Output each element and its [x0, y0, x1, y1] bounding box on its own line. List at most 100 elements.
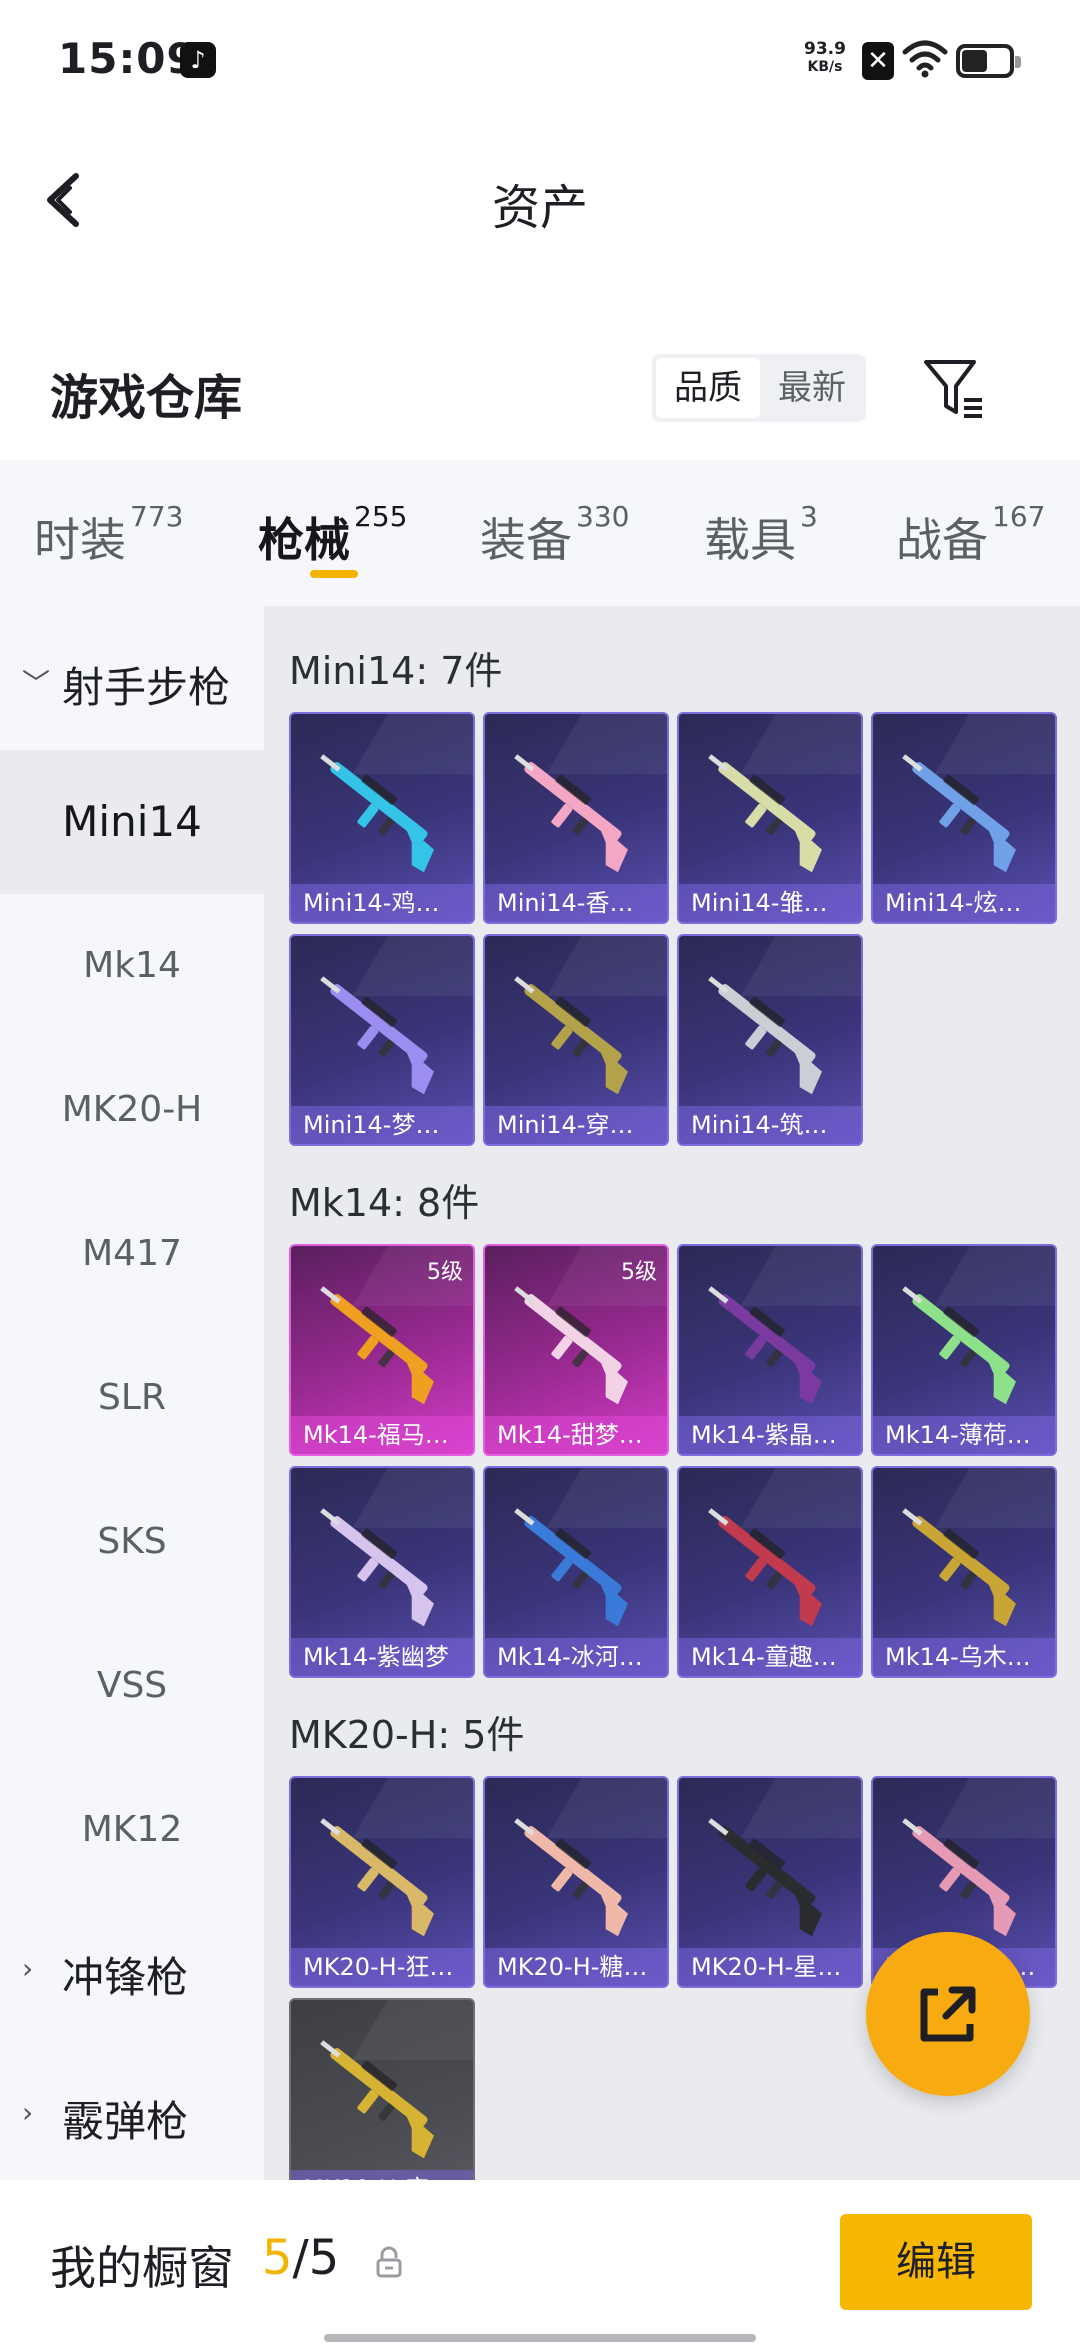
lock-icon[interactable] — [374, 2246, 404, 2278]
sort-quality-button[interactable]: 品质 — [656, 358, 760, 418]
sidebar-group-label: 霰弹枪 — [62, 2097, 189, 2146]
weapon-card[interactable]: 5级 Mk14-甜梦… — [483, 1244, 669, 1456]
weapon-card[interactable]: Mini14-香桃… — [483, 712, 669, 924]
sidebar-item-m417[interactable]: M417 — [0, 1182, 264, 1326]
sort-newest-button[interactable]: 最新 — [760, 358, 864, 418]
weapon-card[interactable]: Mk14-冰河… — [483, 1466, 669, 1678]
weapon-name: MK20-H-糖… — [485, 1948, 667, 1986]
no-sim-icon: ✕ — [862, 42, 894, 80]
weapon-skin-image — [902, 754, 1016, 873]
sidebar-group-label: 冲锋枪 — [62, 1953, 189, 2002]
weapon-skin-image — [708, 976, 822, 1095]
screen: { "status_bar": { "time": "15:09", "spee… — [0, 0, 1080, 2344]
status-time: 15:09 — [58, 34, 197, 83]
weapon-skin-image — [708, 1508, 822, 1627]
sidebar-item-sks[interactable]: SKS — [0, 1470, 264, 1614]
weapon-card[interactable]: Mini14-雏菊… — [677, 712, 863, 924]
sidebar-item-slr[interactable]: SLR — [0, 1326, 264, 1470]
tab-fashion[interactable]: 时装 773 — [34, 500, 183, 570]
showcase-separator: / — [292, 2230, 309, 2286]
sidebar-group-shotgun[interactable]: › 霰弹枪 — [0, 2040, 264, 2180]
tab-label: 战备 — [896, 513, 988, 567]
weapon-card[interactable]: Mini14-炫彩… — [871, 712, 1057, 924]
weapon-name: MK20-H-突… — [291, 2170, 473, 2180]
tab-count: 330 — [576, 500, 630, 533]
sidebar-group-smg[interactable]: › 冲锋枪 — [0, 1896, 264, 2036]
app-header: 资产 — [0, 140, 1080, 260]
weapon-card[interactable]: Mk14-薄荷… — [871, 1244, 1057, 1456]
status-bar: 15:09 ♪ 93.9 KB/s ✕ — [0, 0, 1080, 120]
tab-equipment[interactable]: 装备 330 — [480, 500, 629, 570]
weapon-skin-image — [320, 2040, 434, 2159]
home-indicator — [324, 2334, 756, 2342]
section-title: Mini14: 7件 — [289, 649, 503, 693]
sidebar-item-mk20h[interactable]: MK20-H — [0, 1038, 264, 1182]
category-tabs: 时装 773 枪械 255 装备 330 载具 3 战备 167 — [0, 460, 1080, 606]
weapon-card[interactable]: 5级 Mk14-福马… — [289, 1244, 475, 1456]
section-title: MK20-H: 5件 — [289, 1713, 525, 1757]
tab-label: 枪械 — [258, 513, 350, 567]
warehouse-title: 游戏仓库 — [50, 370, 243, 426]
weapon-name: Mk14-甜梦… — [485, 1416, 667, 1454]
weapon-skin-image — [320, 976, 434, 1095]
weapon-name: MK20-H-星… — [679, 1948, 861, 1986]
sidebar-item-vss[interactable]: VSS — [0, 1614, 264, 1758]
weapon-card[interactable]: Mini14-梦幻… — [289, 934, 475, 1146]
weapon-card[interactable]: Mini14-筑梦… — [677, 934, 863, 1146]
level-badge: 5级 — [621, 1260, 657, 1285]
weapon-name: Mini14-穿刺… — [485, 1106, 667, 1144]
weapon-card[interactable]: MK20-H-星… — [677, 1776, 863, 1988]
weapon-skin-image — [902, 1818, 1016, 1937]
weapon-card[interactable]: MK20-H-突… — [289, 1998, 475, 2180]
weapon-name: Mini14-筑梦… — [679, 1106, 861, 1144]
tab-label: 装备 — [480, 513, 572, 567]
showcase-bar: 我的橱窗 5/5 编辑 — [0, 2180, 1080, 2344]
sidebar-item-mini14[interactable]: Mini14 — [0, 750, 264, 894]
weapon-name: Mk14-乌木… — [873, 1638, 1055, 1676]
battery-fill — [962, 50, 987, 72]
weapon-skin-image — [514, 1818, 628, 1937]
tab-count: 3 — [800, 500, 818, 533]
weapon-name: Mk14-紫晶… — [679, 1416, 861, 1454]
weapon-card[interactable]: Mk14-紫幽梦 — [289, 1466, 475, 1678]
tab-combat-supplies[interactable]: 战备 167 — [896, 500, 1045, 570]
tab-firearms[interactable]: 枪械 255 — [258, 500, 407, 570]
edit-button[interactable]: 编辑 — [840, 2214, 1032, 2310]
weapon-name: Mini14-炫彩… — [873, 884, 1055, 922]
weapon-name: MK20-H-狂… — [291, 1948, 473, 1986]
filter-button[interactable] — [920, 354, 990, 424]
sidebar-group-marksman-rifles[interactable]: ﹀ 射手步枪 — [0, 606, 264, 746]
sidebar-item-mk14[interactable]: Mk14 — [0, 894, 264, 1038]
weapon-card[interactable]: Mini14-鸡智… — [289, 712, 475, 924]
sidebar-item-mk12[interactable]: MK12 — [0, 1758, 264, 1902]
weapon-name: Mini14-雏菊… — [679, 884, 861, 922]
weapon-card[interactable]: Mk14-乌木… — [871, 1466, 1057, 1678]
share-button[interactable] — [866, 1932, 1030, 2096]
weapon-card[interactable]: MK20-H-糖… — [483, 1776, 669, 1988]
weapon-name: Mini14-梦幻… — [291, 1106, 473, 1144]
weapon-card[interactable]: Mk14-童趣… — [677, 1466, 863, 1678]
tab-label: 时装 — [34, 513, 126, 567]
weapon-name: Mk14-紫幽梦 — [291, 1638, 473, 1676]
tab-label: 载具 — [704, 513, 796, 567]
weapon-skin-image — [320, 1286, 434, 1405]
weapon-skin-image — [708, 1286, 822, 1405]
weapon-type-sidebar: ﹀ 射手步枪 Mini14 Mk14 MK20-H M417 SLR SKS V… — [0, 606, 264, 2180]
weapon-skin-image — [514, 976, 628, 1095]
weapon-skin-image — [902, 1286, 1016, 1405]
weapon-skin-image — [902, 1508, 1016, 1627]
chevron-down-icon: ﹀ — [22, 667, 51, 700]
tab-vehicles[interactable]: 载具 3 — [704, 500, 818, 570]
weapon-name: Mk14-福马… — [291, 1416, 473, 1454]
level-badge: 5级 — [427, 1260, 463, 1285]
wifi-icon — [902, 40, 948, 78]
weapon-card[interactable]: Mini14-穿刺… — [483, 934, 669, 1146]
tab-count: 167 — [992, 500, 1046, 533]
chevron-right-icon: › — [22, 1952, 34, 1985]
showcase-count: 5/5 — [262, 2230, 339, 2286]
showcase-max: 5 — [308, 2230, 340, 2286]
weapon-card[interactable]: MK20-H-狂… — [289, 1776, 475, 1988]
weapon-card[interactable]: Mk14-紫晶… — [677, 1244, 863, 1456]
battery-icon — [956, 44, 1021, 78]
section-title: Mk14: 8件 — [289, 1181, 480, 1225]
